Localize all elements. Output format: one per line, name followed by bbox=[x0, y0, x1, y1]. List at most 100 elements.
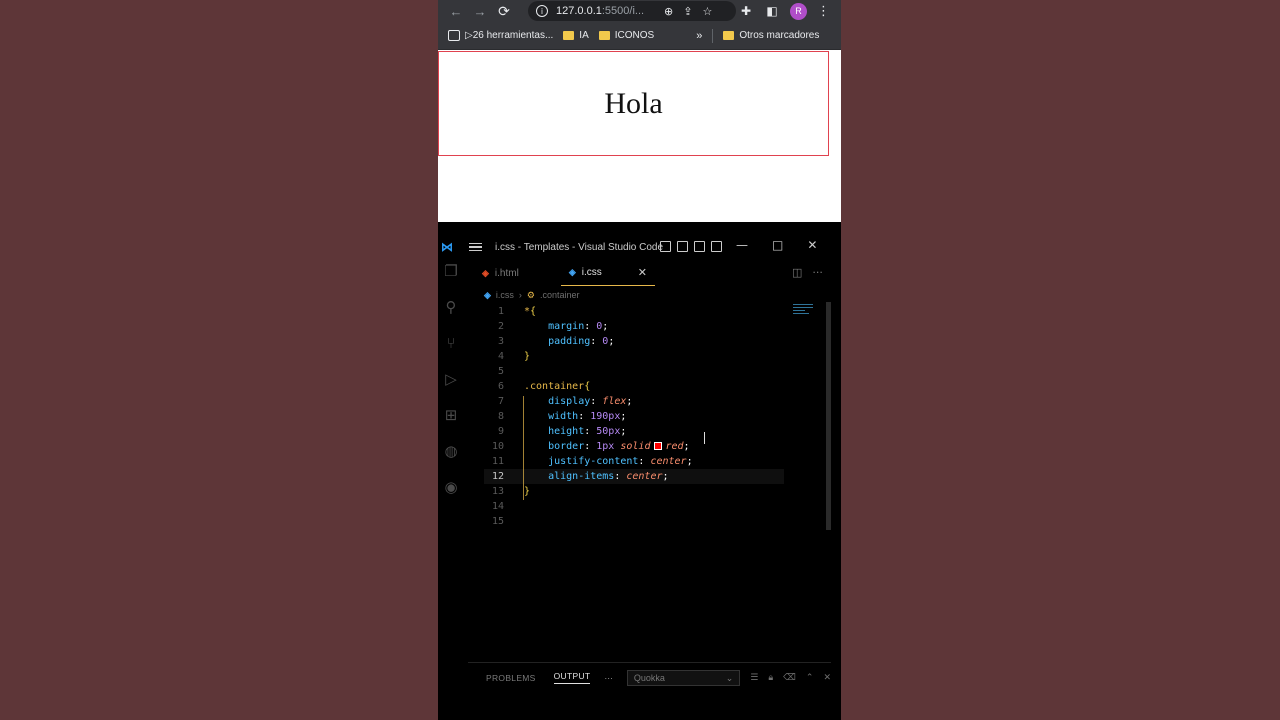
background-left bbox=[0, 0, 438, 720]
run-debug-icon[interactable]: ▷ bbox=[442, 370, 460, 388]
bottom-panel: PROBLEMS OUTPUT ··· Quokka ⌄ ☰ 🔒︎ ⌫ ⌃ ✕ bbox=[468, 662, 831, 692]
panel-more-icon[interactable]: ··· bbox=[604, 673, 613, 683]
minimize-icon[interactable]: — bbox=[736, 238, 748, 252]
bookmarks-bar: ▷26 herramientas... IA ICONOS » Otros ma… bbox=[438, 22, 841, 50]
bookmark-otros-marcadores[interactable]: Otros marcadores bbox=[723, 30, 819, 41]
chevron-down-icon: ⌄ bbox=[725, 672, 734, 683]
url-host: 127.0.0.1 bbox=[556, 5, 602, 17]
git-graph-icon[interactable]: ◉ bbox=[442, 478, 460, 496]
split-editor-icon[interactable]: ◫ bbox=[792, 266, 802, 279]
close-tab-icon[interactable]: ✕ bbox=[638, 266, 647, 279]
code-line: 6 .container{ bbox=[497, 381, 591, 392]
tab-output[interactable]: OUTPUT bbox=[553, 671, 591, 684]
code-line: 2 margin: 0; bbox=[497, 321, 609, 332]
more-actions-icon[interactable]: ··· bbox=[812, 266, 823, 279]
code-line: 1 *{ bbox=[497, 306, 537, 317]
symbol-icon: ⚙ bbox=[526, 289, 535, 300]
toggle-panel-icon[interactable] bbox=[677, 241, 688, 252]
url-rest: :5500/i... bbox=[601, 5, 645, 17]
container-box: Hola bbox=[438, 51, 829, 156]
code-line: 3 padding: 0; bbox=[497, 336, 615, 347]
clear-output-icon[interactable]: ⌫ bbox=[783, 673, 796, 683]
bookmark-label: IA bbox=[579, 30, 589, 41]
bookmark-separator bbox=[712, 28, 714, 43]
css-file-icon: ◈ bbox=[568, 267, 576, 277]
search-icon[interactable]: ⚲ bbox=[442, 298, 460, 316]
vscode-logo-icon: ⋈ bbox=[441, 240, 453, 254]
vscode-window: ⋈ i.css - Templates - Visual Studio Code… bbox=[438, 222, 841, 720]
tab-label: i.html bbox=[494, 267, 519, 279]
breadcrumb-file[interactable]: i.css bbox=[496, 290, 514, 300]
code-line: 7 display: flex; bbox=[497, 396, 633, 407]
reload-icon[interactable]: ⟳ bbox=[492, 0, 516, 22]
url-text: 127.0.0.1:5500/i... bbox=[556, 5, 656, 17]
bookmark-label: Otros marcadores bbox=[739, 30, 820, 41]
bookmark-star-icon[interactable]: ☆ bbox=[702, 5, 712, 18]
lock-icon[interactable]: 🔒︎ bbox=[768, 673, 773, 683]
customize-layout-icon[interactable] bbox=[711, 241, 722, 252]
close-icon[interactable]: ✕ bbox=[807, 238, 817, 252]
background-right bbox=[841, 0, 1280, 720]
explorer-icon[interactable]: ❐ bbox=[442, 262, 460, 280]
window-title: i.css - Templates - Visual Studio Code bbox=[495, 241, 664, 253]
code-line-current: 12 align-items: center; bbox=[484, 469, 784, 484]
tab-label: i.css bbox=[581, 267, 602, 278]
bookmark-herramientas[interactable]: ▷26 herramientas... bbox=[448, 30, 553, 41]
more-menu-icon[interactable]: ⋮ bbox=[817, 4, 830, 19]
info-icon[interactable]: i bbox=[536, 5, 548, 17]
text-cursor-icon bbox=[702, 432, 708, 444]
extensions-puzzle-icon[interactable]: ✚ bbox=[738, 4, 754, 18]
side-panel-icon[interactable]: ◧ bbox=[764, 4, 780, 18]
editor-scrollbar[interactable] bbox=[826, 302, 831, 530]
back-icon[interactable]: ← bbox=[444, 0, 468, 22]
forward-icon[interactable]: → bbox=[468, 0, 492, 22]
close-panel-icon[interactable]: ✕ bbox=[823, 673, 831, 683]
maximize-panel-icon[interactable]: ⌃ bbox=[806, 673, 814, 683]
tab-i-css[interactable]: ◈ i.css ✕ bbox=[560, 260, 655, 286]
page-heading: Hola bbox=[604, 86, 663, 120]
css-file-icon: ◈ bbox=[484, 289, 491, 300]
toggle-secondary-sidebar-icon[interactable] bbox=[694, 241, 705, 252]
share-icon[interactable]: ⇪ bbox=[683, 5, 692, 18]
code-line: 13} bbox=[491, 486, 531, 497]
code-line: 14 bbox=[491, 501, 504, 512]
html-file-icon: ◈ bbox=[482, 267, 489, 278]
output-channel-select[interactable]: Quokka ⌄ bbox=[626, 669, 741, 686]
maximize-icon[interactable]: □ bbox=[772, 238, 783, 252]
vscode-titlebar: ⋈ i.css - Templates - Visual Studio Code… bbox=[438, 236, 841, 258]
menu-hamburger-icon[interactable] bbox=[469, 241, 482, 254]
page-viewport: Hola bbox=[438, 51, 841, 222]
indent-guide bbox=[523, 396, 524, 500]
profile-avatar[interactable]: R bbox=[790, 2, 807, 20]
breadcrumb-symbol[interactable]: .container bbox=[540, 290, 580, 300]
color-swatch[interactable] bbox=[654, 442, 663, 450]
bookmark-label: ICONOS bbox=[614, 30, 655, 41]
editor-tabs: ◈ i.html ◈ i.css ✕ bbox=[474, 260, 655, 286]
chevron-right-icon[interactable]: » bbox=[696, 30, 702, 42]
minimap[interactable] bbox=[793, 304, 813, 320]
list-filter-icon[interactable]: ☰ bbox=[750, 673, 758, 683]
code-line: 10 border: 1px solid red; bbox=[491, 441, 690, 452]
bookmark-ia[interactable]: IA bbox=[563, 30, 589, 41]
folder-icon bbox=[723, 31, 735, 40]
bookmark-iconos[interactable]: ICONOS bbox=[598, 30, 655, 41]
bookmark-label: ▷26 herramientas... bbox=[465, 30, 554, 41]
app-icon bbox=[448, 30, 460, 41]
tab-i-html[interactable]: ◈ i.html bbox=[474, 260, 527, 286]
source-control-icon[interactable]: ⑂ bbox=[442, 334, 460, 352]
toggle-sidebar-icon[interactable] bbox=[660, 241, 671, 252]
tab-problems[interactable]: PROBLEMS bbox=[486, 673, 536, 683]
code-line: 9 height: 50px; bbox=[497, 426, 627, 437]
breadcrumb: ◈ i.css › ⚙ .container bbox=[484, 288, 580, 302]
code-line: 8 width: 190px; bbox=[497, 411, 627, 422]
extensions-icon[interactable]: ⊞ bbox=[442, 406, 460, 424]
folder-icon bbox=[598, 31, 610, 40]
output-channel-value: Quokka bbox=[633, 672, 665, 683]
folder-icon bbox=[563, 31, 575, 40]
code-editor[interactable]: 1 *{ 2 margin: 0; 3 padding: 0; 4} 5 6 .co… bbox=[484, 304, 784, 529]
address-bar[interactable]: i 127.0.0.1:5500/i... ⊕ ⇪ ☆ bbox=[528, 1, 736, 21]
code-line: 11 justify-content: center; bbox=[491, 456, 693, 467]
remote-explorer-icon[interactable]: ◍ bbox=[442, 442, 460, 460]
activity-bar: ❐ ⚲ ⑂ ▷ ⊞ ◍ ◉ bbox=[438, 262, 464, 662]
zoom-icon[interactable]: ⊕ bbox=[664, 5, 673, 18]
